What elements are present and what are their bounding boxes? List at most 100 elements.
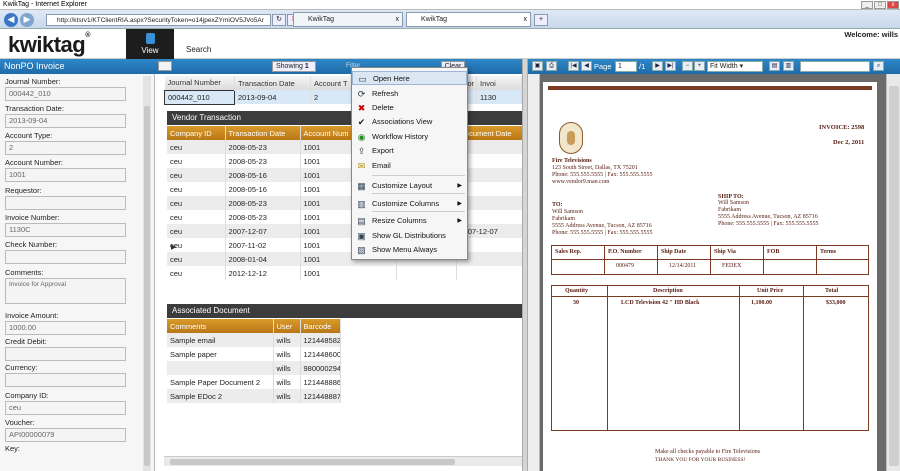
field-input[interactable]: 2	[5, 141, 126, 155]
zoom-select[interactable]: Fit Width ▾	[707, 61, 763, 72]
tab-view[interactable]: View	[126, 29, 174, 59]
column-header[interactable]: Barcode	[300, 319, 341, 333]
table-cell: ceu	[167, 210, 226, 224]
print-icon[interactable]: ⎙	[546, 61, 557, 71]
field-input[interactable]: Invoice for Approval	[5, 278, 126, 304]
browser-tab-1[interactable]: KwikTag x	[293, 12, 403, 27]
viewer-search-input[interactable]	[800, 61, 870, 72]
forward-icon[interactable]: ▶	[20, 13, 34, 27]
close-tab-icon[interactable]: x	[396, 13, 400, 27]
table-row[interactable]: Sample EDoc 2 wills 121448887	[167, 389, 523, 403]
field-input[interactable]: ceu	[5, 401, 126, 415]
back-icon[interactable]: ◀	[4, 13, 18, 27]
next-page-icon[interactable]: ▶	[652, 61, 663, 71]
field-input[interactable]	[5, 196, 126, 210]
grid-horizontal-scrollbar[interactable]	[164, 456, 522, 466]
menu-icon: ▧	[357, 245, 366, 255]
page-input[interactable]: 1	[615, 61, 637, 72]
single-page-icon[interactable]: ▤	[769, 61, 780, 71]
table-row[interactable]: ceu 2007-12-07 1001 2007-12-07	[167, 224, 523, 238]
table-cell: Sample email	[167, 333, 274, 347]
table-row[interactable]: ceu 2008-05-23 1001	[167, 196, 523, 210]
table-row[interactable]: ceu 2012-12-12 1001	[167, 266, 523, 280]
save-icon[interactable]: ▣	[532, 61, 543, 71]
last-page-icon[interactable]: ▶|	[665, 61, 676, 71]
new-tab-icon[interactable]: +	[534, 14, 548, 26]
column-header[interactable]: Account T	[310, 76, 356, 90]
continuous-icon[interactable]: ▥	[783, 61, 794, 71]
column-header[interactable]: Transaction Date	[225, 126, 301, 140]
field-input[interactable]	[5, 250, 126, 264]
column-header[interactable]: Transaction Date	[234, 76, 311, 90]
viewer-vertical-scrollbar[interactable]	[886, 74, 900, 471]
field-input[interactable]: 000442_010	[5, 87, 126, 101]
field-input[interactable]: 1001	[5, 168, 126, 182]
close-icon[interactable]: x	[887, 1, 899, 9]
menu-item-email[interactable]: ✉ Email	[352, 159, 467, 173]
field-input[interactable]: 2013-09-04	[5, 114, 126, 128]
table-cell: 2012-12-12	[225, 266, 301, 280]
close-tab-icon[interactable]: x	[524, 13, 528, 27]
menu-item-resize-columns[interactable]: ▤ Resize Columns ▶	[352, 214, 467, 228]
menu-item-delete[interactable]: ✖ Delete	[352, 101, 467, 115]
table-row[interactable]: Sample Paper Document 2 wills 121448886	[167, 375, 523, 389]
first-page-icon[interactable]: |◀	[568, 61, 579, 71]
column-header[interactable]: Company ID	[167, 126, 226, 140]
minimize-icon[interactable]: _	[861, 1, 873, 9]
column-header[interactable]: User	[273, 319, 301, 333]
table-row[interactable]: ceu 2008-01-04 1001	[167, 252, 523, 266]
menu-item-open-here[interactable]: ▭ Open Here	[352, 71, 467, 85]
column-header[interactable]: Invoi	[476, 76, 522, 90]
menu-item-refresh[interactable]: ⟳ Refresh	[352, 87, 467, 101]
menu-item-customize-layout[interactable]: ▦ Customize Layout ▶	[352, 179, 467, 193]
email-icon: ✉	[357, 161, 366, 171]
menu-item-workflow-history[interactable]: ◉ Workflow History	[352, 130, 467, 144]
table-row[interactable]: ceu 2008-05-16 1001	[167, 182, 523, 196]
table-cell: 2007-11-02	[225, 238, 301, 252]
zoom-out-icon[interactable]: −	[682, 61, 693, 71]
table-row[interactable]: Sample email wills 121448582	[167, 333, 523, 347]
field-input[interactable]: 1000.00	[5, 321, 126, 335]
column-header[interactable]: Journal Number	[164, 76, 235, 90]
table-row[interactable]: Sample paper wills 121448600	[167, 347, 523, 361]
maximize-icon[interactable]: □	[874, 1, 886, 9]
vendor-grid: Company ID Transaction Date Account Num …	[167, 126, 523, 280]
left-scrollbar[interactable]	[143, 76, 151, 471]
table-row[interactable]: ceu 2008-05-23 1001	[167, 140, 523, 154]
prev-page-icon[interactable]: ◀	[581, 61, 592, 71]
table-row[interactable]: ceu 2007-11-02 1001	[167, 238, 523, 252]
page-label: Page	[594, 62, 612, 71]
table-cell: 2008-01-04	[225, 252, 301, 266]
field-input[interactable]	[5, 347, 126, 361]
field-input[interactable]: API00000079	[5, 428, 126, 442]
context-menu: ▭ Open Here ⟳ Refresh ✖ Delete ✔ Associations V…	[351, 67, 468, 260]
table-row[interactable]: ceu 2008-05-23 1001	[167, 154, 523, 168]
menu-item-associations-view[interactable]: ✔ Associations View	[352, 115, 467, 129]
table-cell: 121448887	[300, 389, 341, 403]
open-here-icon: ▭	[358, 74, 367, 84]
menu-item-show-gl-distributions[interactable]: ▣ Show GL Distributions	[352, 229, 467, 243]
table-row[interactable]: ceu 2008-05-16 1001	[167, 168, 523, 182]
menu-item-customize-columns[interactable]: ▥ Customize Columns ▶	[352, 197, 467, 211]
table-cell: 2008-05-23	[225, 210, 301, 224]
table-cell: wills	[273, 375, 301, 389]
menu-item-show-menu-always[interactable]: ▧ Show Menu Always	[352, 243, 467, 257]
viewer-sidebar[interactable]	[528, 74, 540, 471]
refresh-browser-icon[interactable]: ↻	[272, 14, 286, 26]
tab-search[interactable]: Search	[186, 45, 211, 54]
browser-tab-2[interactable]: KwikTag x	[406, 12, 531, 27]
field-input[interactable]	[5, 373, 126, 387]
refresh-icon: ⟳	[357, 89, 366, 99]
address-bar[interactable]: http://ktsrv1/KTClientRIA.aspx?SecurityT…	[46, 14, 271, 26]
column-header[interactable]: Comments	[167, 319, 274, 333]
table-row[interactable]: ceu 2008-05-23 1001	[167, 210, 523, 224]
table-cell: ceu	[167, 266, 226, 280]
table-cell: Sample Paper Document 2	[167, 375, 274, 389]
search-icon[interactable]: ⌕	[873, 61, 884, 71]
field-label: Key:	[5, 444, 21, 453]
field-input[interactable]: 1130C	[5, 223, 126, 237]
table-row[interactable]: wills 980000294	[167, 361, 523, 375]
zoom-in-icon[interactable]: +	[694, 61, 705, 71]
menu-item-export[interactable]: ⇪ Export	[352, 144, 467, 158]
folder-icon[interactable]	[158, 61, 172, 71]
